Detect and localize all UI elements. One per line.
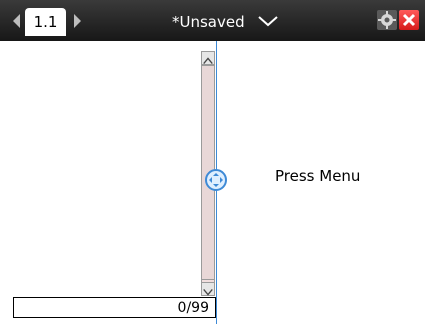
tab-prev-icon[interactable] (13, 14, 20, 28)
document-title[interactable]: *Unsaved (172, 12, 245, 32)
scroll-up-button[interactable] (201, 51, 215, 65)
counter-box: 0/99 (13, 297, 216, 318)
close-icon[interactable] (399, 10, 419, 30)
tab-next-icon[interactable] (74, 14, 81, 28)
page-tab[interactable]: 1.1 (25, 8, 66, 36)
arrow-up-icon (203, 57, 213, 64)
gear-icon[interactable] (377, 10, 397, 30)
chevron-down-icon[interactable] (257, 14, 279, 28)
scroll-down-button[interactable] (201, 282, 215, 296)
ti-nspire-screen: 1.1 *Unsaved 0/99 Press Menu (0, 0, 425, 324)
top-bar: 1.1 *Unsaved (0, 0, 425, 41)
move-handle-icon[interactable] (204, 168, 228, 192)
counter-label: 0/99 (177, 300, 209, 316)
press-menu-message: Press Menu (275, 167, 361, 185)
